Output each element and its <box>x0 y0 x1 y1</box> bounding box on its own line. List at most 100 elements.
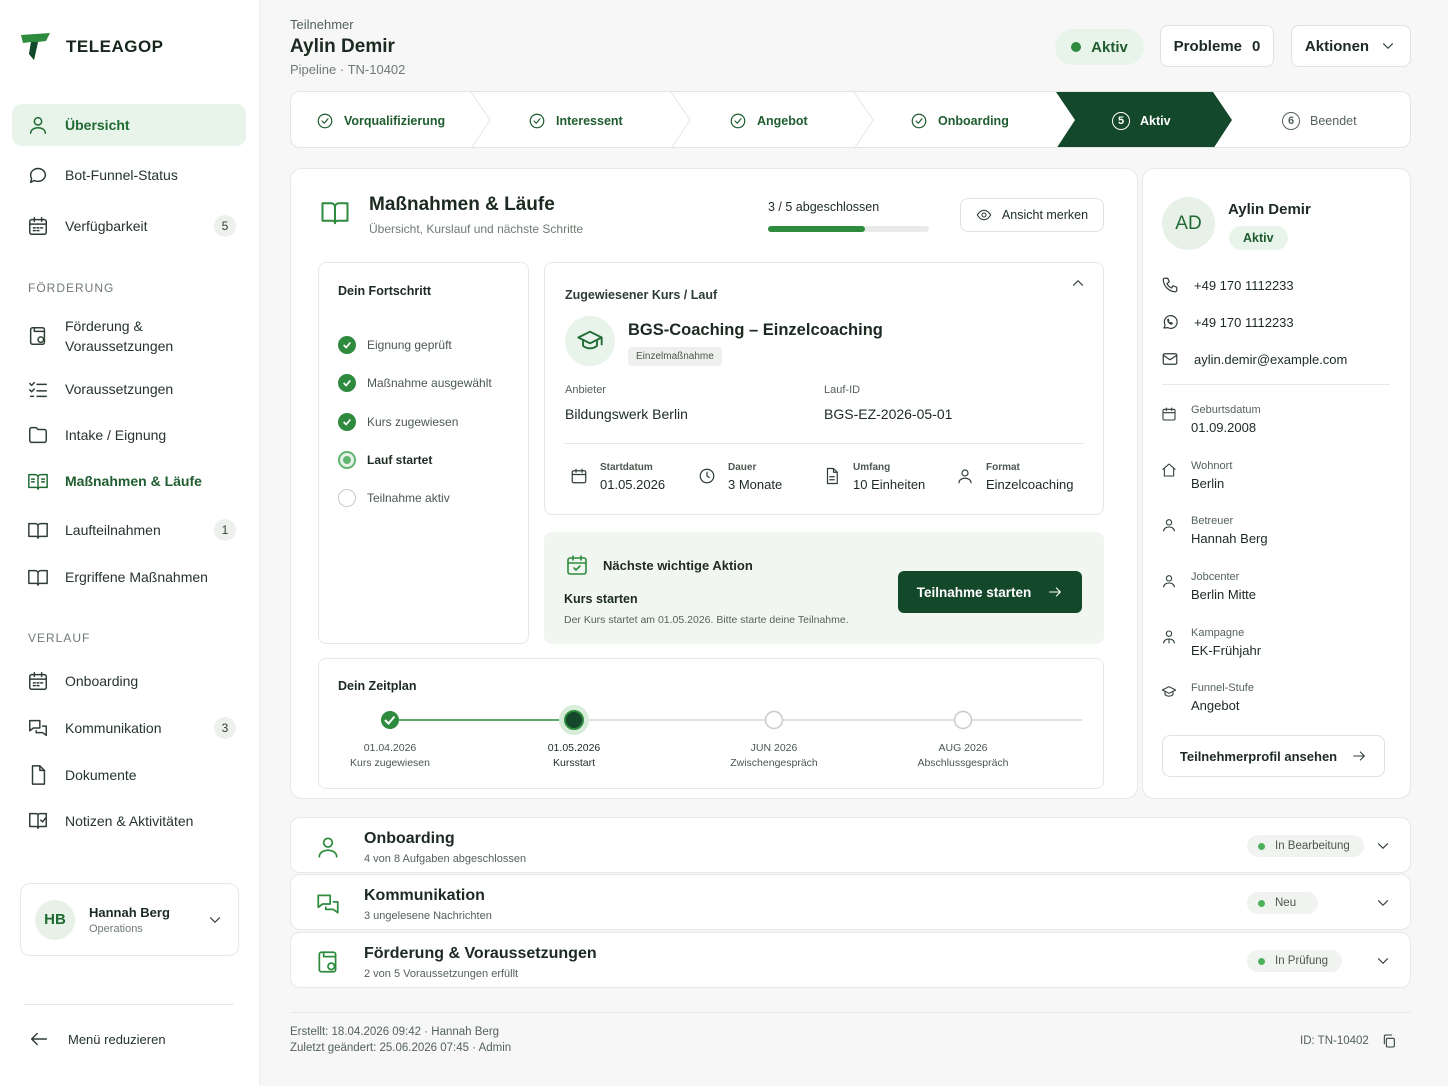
avatar: AD <box>1162 197 1215 250</box>
sidebar-item-laufteilnahmen[interactable]: Laufteilnahmen 1 <box>12 509 246 551</box>
status-label: In Prüfung <box>1275 955 1329 967</box>
step-angebot[interactable]: Angebot <box>729 92 808 147</box>
problems-label: Probleme <box>1173 37 1242 55</box>
breadcrumb[interactable]: Teilnehmer <box>290 17 354 32</box>
sidebar-item-label: Notizen & Aktivitäten <box>65 813 194 829</box>
logo-icon <box>21 33 50 60</box>
status-badge: Aktiv <box>1229 226 1288 250</box>
whatsapp-icon <box>1163 315 1178 329</box>
course-tag: Einzelmaßnahme <box>628 347 722 366</box>
sidebar-item-voraussetzungen[interactable]: Voraussetzungen <box>12 368 246 410</box>
step-label: Interessent <box>556 113 623 128</box>
arrow-left-icon <box>30 1032 48 1046</box>
folder-money-icon <box>318 951 337 973</box>
step-label: Aktiv <box>1140 113 1171 128</box>
sidebar-item-verfuegbarkeit[interactable]: Verfügbarkeit 5 <box>12 205 246 247</box>
provider-label: Anbieter <box>565 384 606 396</box>
chat-bubbles-icon <box>317 894 339 914</box>
sidebar-item-bot-funnel[interactable]: Bot-Funnel-Status <box>12 154 246 196</box>
book-icon <box>321 202 349 225</box>
logo[interactable]: TELEAGOP <box>20 32 164 62</box>
actions-dropdown[interactable]: Aktionen <box>1291 25 1411 67</box>
step-vorqualifizierung[interactable]: Vorqualifizierung <box>316 92 445 147</box>
sidebar-item-kommunikation[interactable]: Kommunikation 3 <box>12 707 246 749</box>
sidebar-item-label: Kommunikation <box>65 720 162 736</box>
step-beendet[interactable]: 6 Beendet <box>1282 92 1357 147</box>
timeline-label: Abschlussgespräch <box>917 757 1009 769</box>
check-circle-icon <box>730 113 746 128</box>
step-onboarding[interactable]: Onboarding <box>910 92 1009 147</box>
step-label: Onboarding <box>938 113 1009 128</box>
section-onboarding[interactable]: Onboarding 4 von 8 Aufgaben abgeschlosse… <box>290 817 1411 873</box>
start-participation-button[interactable]: Teilnahme starten <box>898 571 1082 613</box>
check-icon <box>338 336 356 354</box>
status-dot <box>1071 42 1082 52</box>
timeline-label: Zwischengespräch <box>730 757 818 769</box>
sidebar-item-intake[interactable]: Intake / Eignung <box>12 414 246 456</box>
section-title: Kommunikation <box>364 887 485 904</box>
user-icon <box>29 116 47 134</box>
status-dot <box>1258 842 1265 850</box>
divider <box>290 1012 1411 1013</box>
step-aktiv[interactable]: 5 Aktiv <box>1112 92 1171 147</box>
progress-step-current: Lauf startet <box>338 451 432 469</box>
calendar-icon <box>29 672 47 690</box>
collapse-menu-button[interactable]: Menü reduzieren <box>28 1028 166 1050</box>
info-jobcenter: Jobcenter Berlin Mitte <box>1161 571 1256 602</box>
progress-step: Maßnahme ausgewählt <box>338 374 492 392</box>
timeline-point: 01.04.2026 Kurs zugewiesen <box>330 742 450 769</box>
page-subtitle: Pipeline · TN-10402 <box>290 62 406 77</box>
step-interessent[interactable]: Interessent <box>528 92 623 147</box>
info-label: Wohnort <box>1191 460 1233 472</box>
section-kommunikation[interactable]: Kommunikation 3 ungelesene Nachrichten N… <box>290 874 1411 930</box>
arrow-right-icon <box>1353 751 1365 761</box>
user-menu[interactable]: HB Hannah Berg Operations <box>20 883 239 956</box>
chevron-up-icon[interactable] <box>1069 274 1087 292</box>
info-kampagne: Kampagne EK-Frühjahr <box>1161 627 1261 658</box>
sidebar-item-onboarding[interactable]: Onboarding <box>12 660 246 702</box>
home-icon <box>1162 463 1176 477</box>
progress-panel-title: Dein Fortschritt <box>338 284 432 298</box>
timeline-label: Kurs zugewiesen <box>350 757 430 769</box>
copy-icon[interactable] <box>1381 1033 1397 1049</box>
whatsapp-row[interactable]: +49 170 1112233 <box>1161 313 1294 331</box>
run-id-label: Lauf-ID <box>824 384 861 396</box>
sidebar-item-uebersicht[interactable]: Übersicht <box>12 104 246 146</box>
problems-count: 0 <box>1252 37 1261 55</box>
check-circle-icon <box>317 113 333 128</box>
count-badge: 5 <box>214 215 236 237</box>
calendar-icon <box>571 468 587 484</box>
stepper-background <box>470 92 1232 147</box>
course-icon-wrap <box>565 316 615 366</box>
problems-button[interactable]: Probleme 0 <box>1160 25 1274 67</box>
sidebar-item-dokumente[interactable]: Dokumente <box>12 754 246 796</box>
sidebar-item-notizen[interactable]: Notizen & Aktivitäten <box>12 800 246 842</box>
sidebar-item-ergriffene-massnahmen[interactable]: Ergriffene Maßnahmen <box>12 556 246 598</box>
graduation-cap-icon <box>1161 686 1177 697</box>
progress-step-label: Lauf startet <box>367 453 433 467</box>
save-view-button[interactable]: Ansicht merken <box>960 198 1104 232</box>
status-badge: In Prüfung <box>1247 950 1343 972</box>
pipeline-stepper: Vorqualifizierung Interessent Angebot On… <box>290 91 1411 148</box>
info-label: Kampagne <box>1191 627 1245 639</box>
sidebar-item-foerderung[interactable]: Förderung & Voraussetzungen <box>12 313 246 359</box>
info-funnel-stufe: Funnel-Stufe Angebot <box>1161 682 1254 713</box>
changed-info: Zuletzt geändert: 25.06.2026 07:45 · Adm… <box>290 1042 512 1054</box>
arrow-right-icon <box>1049 587 1062 597</box>
divider <box>24 1004 234 1005</box>
phone-row[interactable]: +49 170 1112233 <box>1161 276 1294 294</box>
info-wohnort: Wohnort Berlin <box>1161 460 1232 491</box>
fact-value: 10 Einheiten <box>853 477 926 492</box>
info-value: 01.09.2008 <box>1191 420 1257 435</box>
fact-label: Startdatum <box>600 462 653 473</box>
section-heading-foerderung: FÖRDERUNG <box>28 281 115 295</box>
sidebar-item-massnahmen[interactable]: Maßnahmen & Läufe <box>12 460 246 502</box>
progress-step-label: Eignung geprüft <box>367 338 452 352</box>
person-icon <box>1163 575 1175 588</box>
section-foerderung[interactable]: Förderung & Voraussetzungen 2 von 5 Vora… <box>290 932 1411 988</box>
timeline-label: Kursstart <box>552 757 595 769</box>
sidebar-item-label: Dokumente <box>65 767 137 783</box>
view-profile-button[interactable]: Teilnehmerprofil ansehen <box>1162 735 1385 777</box>
email-row[interactable]: aylin.demir@example.com <box>1161 350 1347 368</box>
measures-subtitle: Übersicht, Kurslauf und nächste Schritte <box>369 222 584 236</box>
